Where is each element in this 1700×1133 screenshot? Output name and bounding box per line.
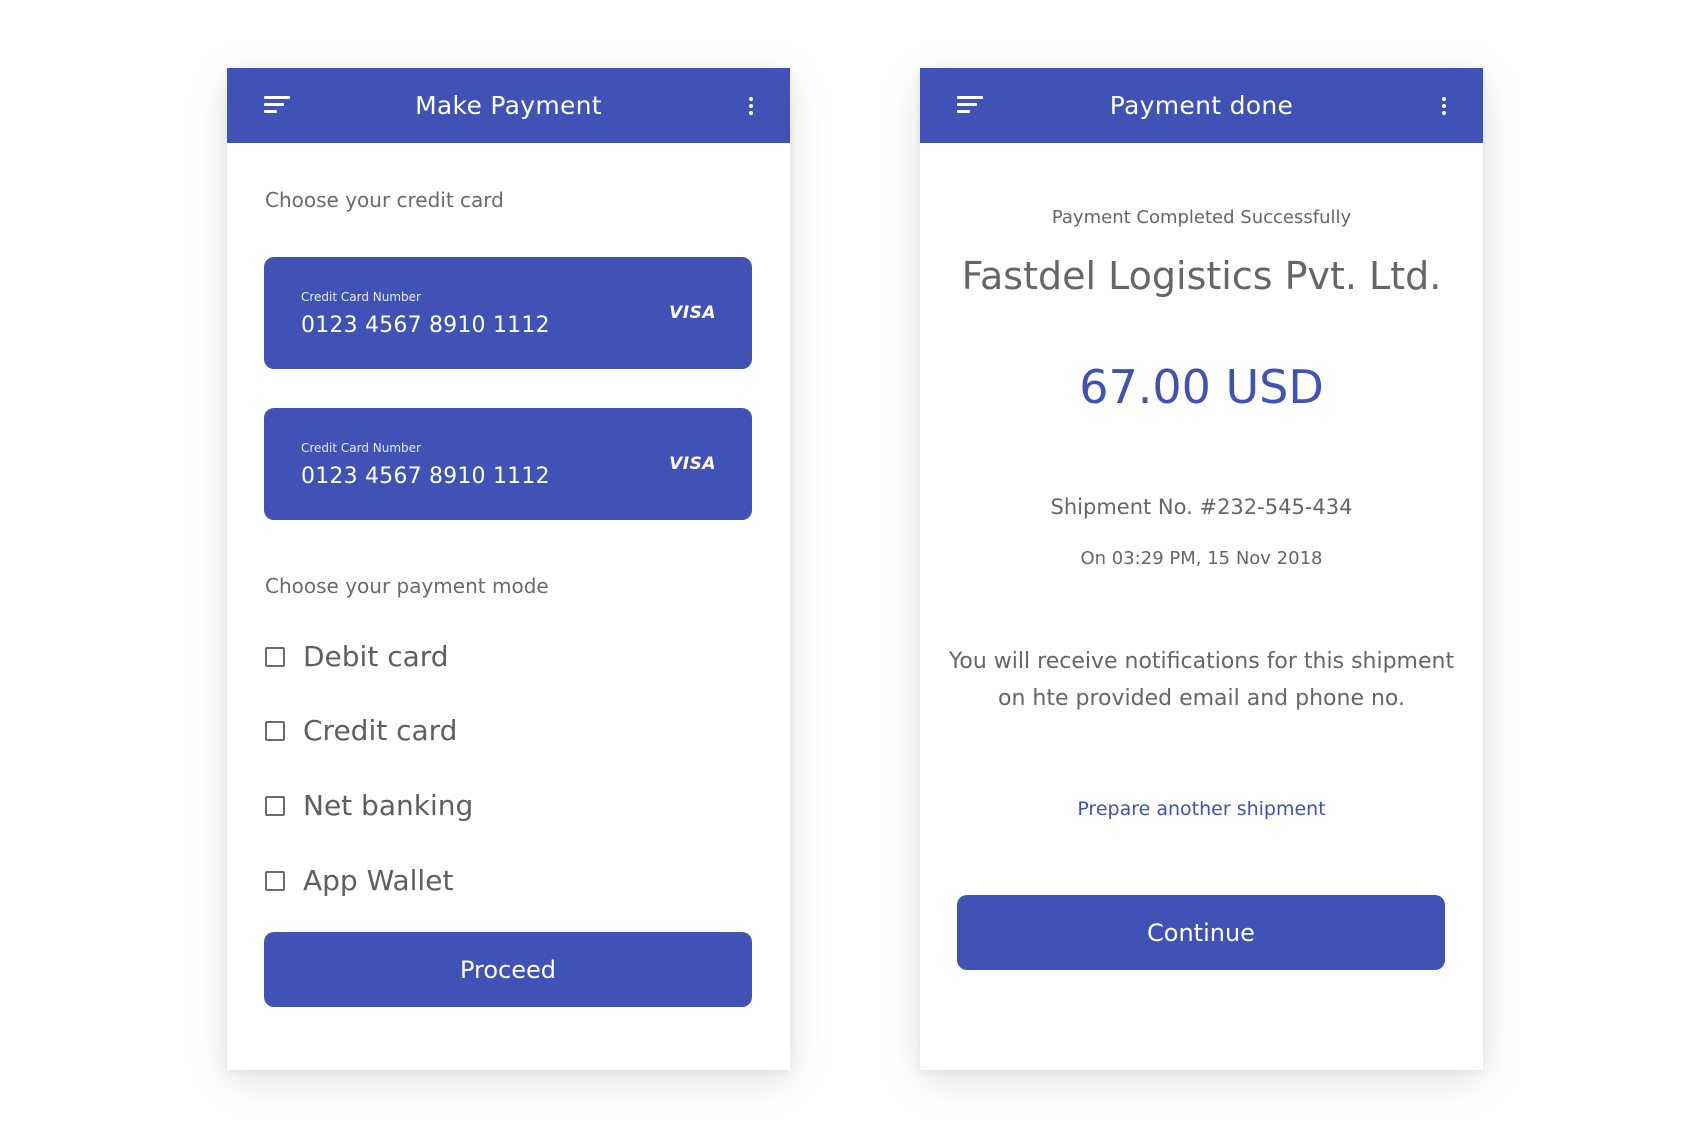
credit-card-item[interactable]: Credit Card Number 0123 4567 8910 1112 V… [264, 408, 752, 520]
app-bar: Payment done [920, 68, 1483, 143]
option-label: Credit card [303, 714, 458, 747]
notice-line: You will receive notifications for this … [948, 649, 1455, 674]
checkbox-unchecked-icon[interactable] [265, 720, 285, 741]
option-label: App Wallet [303, 864, 454, 897]
mode-section-label: Choose your payment mode [265, 574, 549, 598]
card-number: 0123 4567 8910 1112 [301, 313, 550, 338]
notice-line: on hte provided email and phone no. [998, 686, 1405, 711]
more-vert-icon[interactable] [748, 97, 754, 115]
payment-datetime: On 03:29 PM, 15 Nov 2018 [1080, 548, 1323, 569]
proceed-button[interactable]: Proceed [264, 932, 752, 1007]
notification-notice: You will receive notifications for this … [920, 643, 1483, 717]
checkbox-unchecked-icon[interactable] [265, 795, 285, 816]
payment-mode-credit-card[interactable]: Credit card [265, 714, 457, 747]
company-name: Fastdel Logistics Pvt. Ltd. [961, 254, 1442, 298]
continue-button[interactable]: Continue [957, 895, 1445, 970]
payment-screen: Make Payment Choose your credit card Cre… [227, 68, 790, 1070]
payment-mode-debit-card[interactable]: Debit card [265, 640, 449, 673]
card-caption: Credit Card Number [301, 290, 421, 304]
visa-logo: VISA [669, 303, 716, 323]
visa-logo: VISA [669, 454, 716, 474]
checkbox-unchecked-icon[interactable] [265, 870, 285, 891]
checkbox-unchecked-icon[interactable] [265, 646, 285, 667]
card-section-label: Choose your credit card [265, 188, 504, 212]
page-title: Make Payment [415, 91, 602, 120]
payment-mode-app-wallet[interactable]: App Wallet [265, 864, 453, 897]
payment-status: Payment Completed Successfully [1051, 207, 1352, 228]
credit-card-item[interactable]: Credit Card Number 0123 4567 8910 1112 V… [264, 257, 752, 369]
card-caption: Credit Card Number [301, 441, 421, 455]
payment-amount: 67.00 USD [1079, 360, 1324, 414]
more-vert-icon[interactable] [1441, 97, 1447, 115]
shipment-number: Shipment No. #232-545-434 [1050, 495, 1353, 519]
option-label: Net banking [303, 789, 474, 822]
payment-done-screen: Payment done Payment Completed Successfu… [920, 68, 1483, 1070]
app-bar: Make Payment [227, 68, 790, 143]
menu-icon[interactable] [957, 96, 983, 116]
card-number: 0123 4567 8910 1112 [301, 464, 550, 489]
payment-mode-net-banking[interactable]: Net banking [265, 789, 473, 822]
option-label: Debit card [303, 640, 449, 673]
prepare-another-shipment-link[interactable]: Prepare another shipment [920, 798, 1483, 820]
page-title: Payment done [1109, 91, 1294, 120]
menu-icon[interactable] [264, 96, 290, 116]
